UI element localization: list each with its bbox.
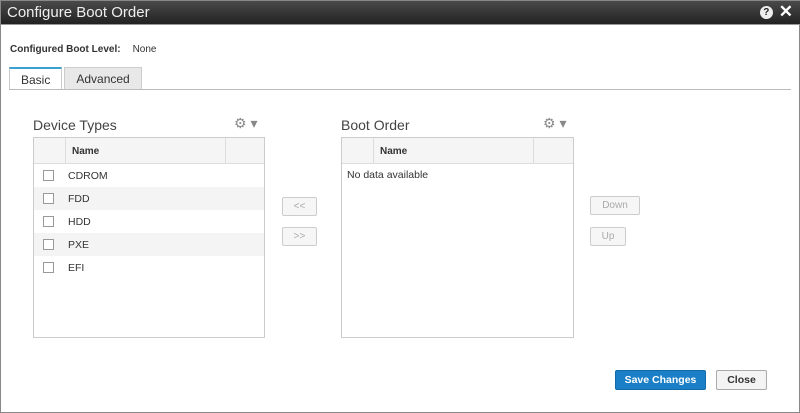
table-row[interactable]: HDD: [34, 210, 264, 233]
table-row[interactable]: EFI: [34, 256, 264, 279]
device-name: CDROM: [68, 169, 108, 182]
add-button[interactable]: >>: [282, 227, 317, 246]
device-types-grid: Name CDROM FDD HDD PXE EFI: [33, 137, 265, 338]
close-icon[interactable]: ✕: [779, 3, 793, 20]
row-checkbox[interactable]: [43, 193, 54, 204]
boot-level-value: None: [132, 44, 157, 55]
boot-level-label: Configured Boot Level:: [10, 44, 121, 55]
gear-icon[interactable]: ⚙ ▾: [234, 115, 257, 132]
tab-basic[interactable]: Basic: [9, 67, 63, 90]
up-button[interactable]: Up: [590, 227, 626, 246]
empty-message: No data available: [347, 169, 429, 181]
tab-advanced[interactable]: Advanced: [64, 67, 142, 90]
save-changes-button[interactable]: Save Changes: [615, 370, 706, 390]
help-icon[interactable]: ?: [759, 5, 773, 19]
row-checkbox[interactable]: [43, 239, 54, 250]
down-button[interactable]: Down: [590, 196, 640, 215]
device-name: HDD: [68, 215, 91, 228]
device-name: EFI: [68, 261, 85, 274]
boot-level: Configured Boot Level: None: [10, 44, 156, 55]
column-header-name[interactable]: Name: [374, 138, 534, 163]
boot-order-title: Boot Order: [341, 117, 410, 133]
device-types-title: Device Types: [33, 117, 117, 133]
dialog-titlebar: Configure Boot Order ? ✕: [1, 1, 800, 25]
table-row[interactable]: PXE: [34, 233, 264, 256]
device-name: PXE: [68, 238, 90, 251]
dialog-title: Configure Boot Order: [7, 4, 150, 21]
tab-divider: [9, 89, 791, 90]
column-header-name[interactable]: Name: [66, 138, 226, 163]
boot-order-grid: Name No data available: [341, 137, 574, 338]
table-row[interactable]: FDD: [34, 187, 264, 210]
row-checkbox[interactable]: [43, 262, 54, 273]
row-checkbox[interactable]: [43, 170, 54, 181]
table-row[interactable]: CDROM: [34, 164, 264, 187]
remove-button[interactable]: <<: [282, 197, 317, 216]
gear-icon[interactable]: ⚙ ▾: [543, 115, 566, 132]
row-checkbox[interactable]: [43, 216, 54, 227]
device-name: FDD: [68, 192, 90, 205]
close-button[interactable]: Close: [716, 370, 767, 390]
